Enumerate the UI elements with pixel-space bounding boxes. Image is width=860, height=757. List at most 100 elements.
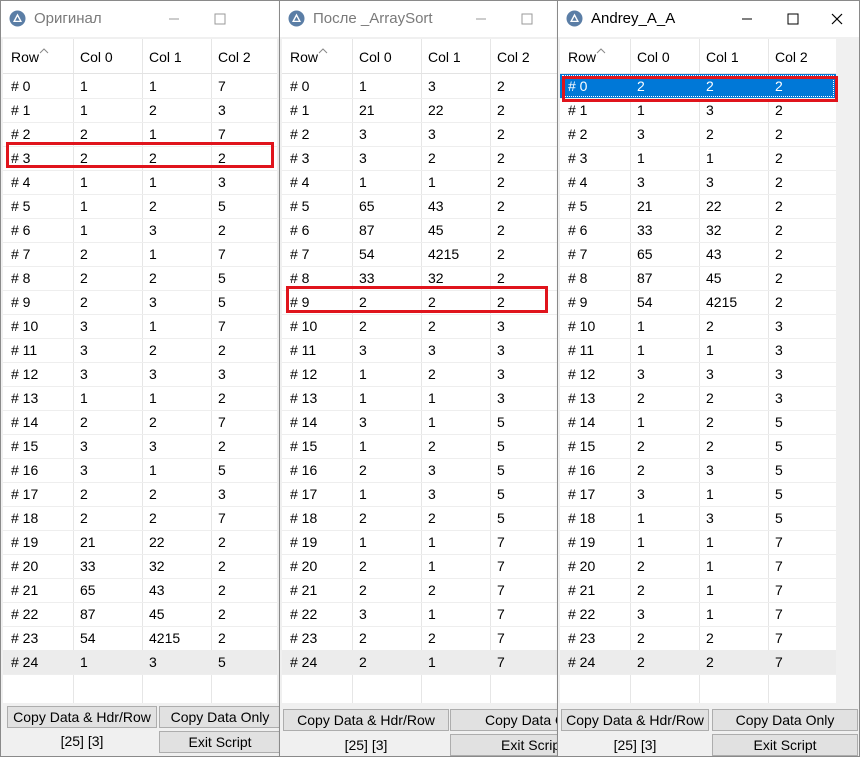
table-row[interactable]: # 11 1 1 3 bbox=[560, 338, 836, 363]
table-row[interactable]: # 10 1 2 3 bbox=[560, 314, 836, 339]
table-row[interactable]: # 3 3 2 2 bbox=[282, 146, 557, 171]
minimize-button[interactable] bbox=[151, 1, 197, 37]
minimize-button[interactable] bbox=[724, 1, 770, 37]
table-row[interactable]: # 11 3 2 2 bbox=[3, 338, 277, 363]
table-row[interactable]: # 3 2 2 2 bbox=[3, 146, 277, 171]
column-header-col1[interactable]: Col 1 bbox=[149, 49, 182, 65]
column-header-row[interactable]: Row bbox=[290, 48, 328, 65]
table-row[interactable]: # 12 3 3 3 bbox=[560, 362, 836, 387]
table-row[interactable]: # 3 1 1 2 bbox=[560, 146, 836, 171]
table-row[interactable]: # 18 2 2 5 bbox=[282, 506, 557, 531]
table-row[interactable]: # 12 3 3 3 bbox=[3, 362, 277, 387]
table-row[interactable]: # 13 2 2 3 bbox=[560, 386, 836, 411]
exit-script-button[interactable]: Exit Script bbox=[712, 734, 858, 756]
table-row[interactable]: # 9 2 3 5 bbox=[3, 290, 277, 315]
table-row[interactable]: # 18 2 2 7 bbox=[3, 506, 277, 531]
column-header-row[interactable]: Row bbox=[11, 48, 49, 65]
table-row[interactable]: # 15 1 2 5 bbox=[282, 434, 557, 459]
minimize-button[interactable] bbox=[458, 1, 504, 37]
table-row[interactable]: # 22 87 45 2 bbox=[3, 602, 277, 627]
table-row[interactable]: # 2 3 3 2 bbox=[282, 122, 557, 147]
exit-script-button[interactable]: Exit Script bbox=[450, 734, 559, 756]
table-row[interactable]: # 5 21 22 2 bbox=[560, 194, 836, 219]
table-row[interactable]: # 8 87 45 2 bbox=[560, 266, 836, 291]
column-header-col0[interactable]: Col 0 bbox=[80, 49, 113, 65]
table-row-selected[interactable]: # 0 2 2 2 bbox=[560, 74, 836, 99]
column-header-col2[interactable]: Col 2 bbox=[775, 49, 808, 65]
maximize-button[interactable] bbox=[770, 1, 816, 37]
table-row[interactable]: # 21 2 2 7 bbox=[282, 578, 557, 603]
table-row[interactable]: # 8 33 32 2 bbox=[282, 266, 557, 291]
table-row[interactable]: # 22 3 1 7 bbox=[560, 602, 836, 627]
table-row[interactable]: # 5 1 2 5 bbox=[3, 194, 277, 219]
table-row[interactable]: # 10 2 2 3 bbox=[282, 314, 557, 339]
copy-data-hdr-row-button[interactable]: Copy Data & Hdr/Row bbox=[561, 709, 709, 731]
table-row[interactable]: # 19 1 1 7 bbox=[282, 530, 557, 555]
table-row[interactable]: # 0 1 3 2 bbox=[282, 74, 557, 99]
table-row[interactable]: # 2 3 2 2 bbox=[560, 122, 836, 147]
data-grid[interactable]: Row Col 0 Col 1 Col 2 # 0 2 2 2 # 1 1 3 2 # 2322… bbox=[560, 39, 836, 703]
table-row[interactable]: # 24 2 2 7 bbox=[560, 650, 836, 675]
table-row[interactable]: # 6 87 45 2 bbox=[282, 218, 557, 243]
table-row[interactable]: # 16 2 3 5 bbox=[282, 458, 557, 483]
table-row[interactable]: # 1 21 22 2 bbox=[282, 98, 557, 123]
copy-data-hdr-row-button[interactable]: Copy Data & Hdr/Row bbox=[283, 709, 449, 731]
table-row[interactable]: # 8 2 2 5 bbox=[3, 266, 277, 291]
table-row[interactable]: # 22 3 1 7 bbox=[282, 602, 557, 627]
table-row[interactable]: # 14 2 2 7 bbox=[3, 410, 277, 435]
table-row[interactable]: # 21 65 43 2 bbox=[3, 578, 277, 603]
copy-data-hdr-row-button[interactable]: Copy Data & Hdr/Row bbox=[7, 706, 157, 728]
table-row[interactable]: # 21 2 1 7 bbox=[560, 578, 836, 603]
copy-data-only-button[interactable]: Copy Data Only bbox=[450, 709, 559, 731]
table-row[interactable]: # 24 1 3 5 bbox=[3, 650, 277, 675]
table-row[interactable]: # 7 54 4215 2 bbox=[282, 242, 557, 267]
table-row[interactable]: # 19 1 1 7 bbox=[560, 530, 836, 555]
table-row[interactable]: # 6 33 32 2 bbox=[560, 218, 836, 243]
data-grid[interactable]: Row Col 0 Col 1 Col 2 # 0 1 3 2 # 1 21 22 2 # 23… bbox=[282, 39, 557, 703]
table-row[interactable]: # 7 65 43 2 bbox=[560, 242, 836, 267]
table-row[interactable]: # 9 2 2 2 bbox=[282, 290, 557, 315]
table-row[interactable]: # 17 3 1 5 bbox=[560, 482, 836, 507]
table-row[interactable]: # 6 1 3 2 bbox=[3, 218, 277, 243]
table-row[interactable]: # 16 2 3 5 bbox=[560, 458, 836, 483]
table-row[interactable]: # 15 3 3 2 bbox=[3, 434, 277, 459]
table-row[interactable]: # 20 2 1 7 bbox=[282, 554, 557, 579]
table-row[interactable]: # 1 1 3 2 bbox=[560, 98, 836, 123]
table-row[interactable]: # 17 2 2 3 bbox=[3, 482, 277, 507]
close-button[interactable] bbox=[814, 1, 860, 37]
table-row[interactable]: # 23 54 4215 2 bbox=[3, 626, 277, 651]
column-header-col1[interactable]: Col 1 bbox=[706, 49, 739, 65]
table-row[interactable]: # 24 2 1 7 bbox=[282, 650, 557, 675]
column-header-col0[interactable]: Col 0 bbox=[637, 49, 670, 65]
title-bar[interactable]: После _ArraySort bbox=[280, 1, 559, 37]
table-row[interactable]: # 14 1 2 5 bbox=[560, 410, 836, 435]
column-header-row[interactable]: Row bbox=[568, 48, 606, 65]
title-bar[interactable]: Оригинал bbox=[1, 1, 281, 37]
table-row[interactable]: # 9 54 4215 2 bbox=[560, 290, 836, 315]
table-row[interactable]: # 13 1 1 2 bbox=[3, 386, 277, 411]
table-row[interactable]: # 18 1 3 5 bbox=[560, 506, 836, 531]
table-row[interactable]: # 12 1 2 3 bbox=[282, 362, 557, 387]
table-row[interactable]: # 15 2 2 5 bbox=[560, 434, 836, 459]
table-row[interactable]: # 4 3 3 2 bbox=[560, 170, 836, 195]
title-bar[interactable]: Andrey_A_A bbox=[558, 1, 859, 37]
table-row[interactable]: # 4 1 1 2 bbox=[282, 170, 557, 195]
table-row[interactable]: # 19 21 22 2 bbox=[3, 530, 277, 555]
table-row[interactable]: # 7 2 1 7 bbox=[3, 242, 277, 267]
table-row[interactable]: # 20 33 32 2 bbox=[3, 554, 277, 579]
table-row[interactable]: # 23 2 2 7 bbox=[560, 626, 836, 651]
exit-script-button[interactable]: Exit Script bbox=[159, 731, 281, 753]
copy-data-only-button[interactable]: Copy Data Only bbox=[712, 709, 858, 731]
maximize-button[interactable] bbox=[197, 1, 243, 37]
table-row[interactable]: # 11 3 3 3 bbox=[282, 338, 557, 363]
copy-data-only-button[interactable]: Copy Data Only bbox=[159, 706, 281, 728]
table-row[interactable]: # 10 3 1 7 bbox=[3, 314, 277, 339]
data-grid[interactable]: Row Col 0 Col 1 Col 2 # 0 1 1 7 # 1 1 2 3 # 2217… bbox=[3, 39, 277, 703]
table-row[interactable]: # 17 1 3 5 bbox=[282, 482, 557, 507]
column-header-col2[interactable]: Col 2 bbox=[218, 49, 251, 65]
table-row[interactable]: # 14 3 1 5 bbox=[282, 410, 557, 435]
column-header-col2[interactable]: Col 2 bbox=[497, 49, 530, 65]
maximize-button[interactable] bbox=[504, 1, 550, 37]
column-header-col1[interactable]: Col 1 bbox=[428, 49, 461, 65]
table-row[interactable]: # 16 3 1 5 bbox=[3, 458, 277, 483]
